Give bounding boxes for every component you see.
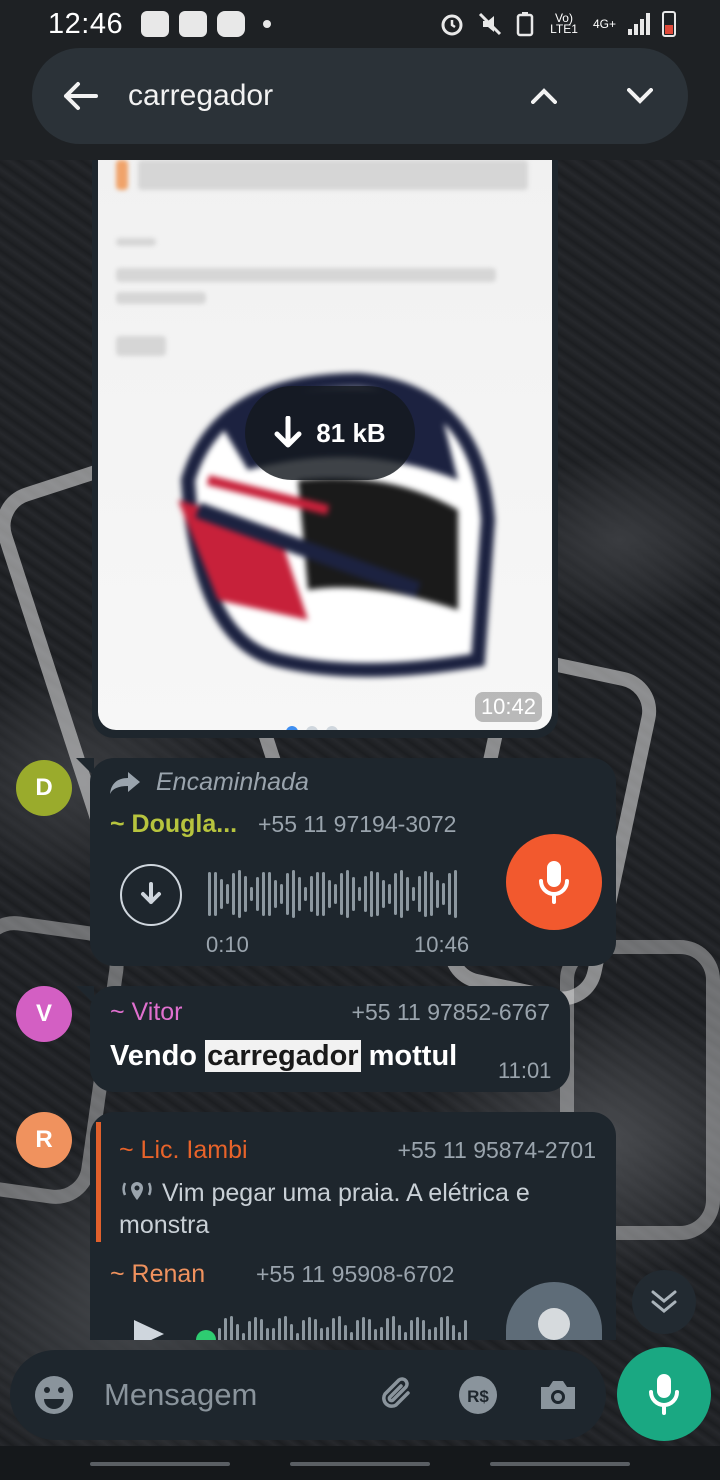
alarm-icon — [441, 14, 463, 36]
payment-button[interactable]: R$ — [446, 1363, 510, 1427]
youtube-icon — [217, 11, 246, 37]
previous-result-button[interactable] — [496, 48, 592, 144]
svg-text:R$: R$ — [467, 1387, 489, 1406]
scroll-to-bottom-button[interactable] — [632, 1270, 696, 1334]
unread-dot — [196, 1330, 216, 1340]
text-message[interactable]: ~ Vitor +55 11 97852-6767 Vendo carregad… — [76, 986, 570, 1092]
status-bar: 12:46 Vo) LTE1 4G+ — [0, 0, 720, 48]
system-navigation-bar — [0, 1446, 720, 1480]
quoted-message[interactable]: ~ Lic. Iambi +55 11 95874-2701 Vim pegar… — [96, 1122, 596, 1242]
sender-phone: +55 11 97852-6767 — [351, 999, 550, 1025]
message-input[interactable]: Mensagem — [104, 1377, 366, 1413]
photo-time: 10:42 — [474, 692, 542, 722]
search-input[interactable]: carregador — [128, 79, 496, 113]
camera-icon — [541, 1381, 575, 1409]
voice-download-button[interactable] — [120, 864, 182, 926]
mute-icon — [478, 12, 502, 36]
avatar[interactable]: V — [16, 986, 72, 1042]
search-header: carregador — [0, 48, 720, 160]
voice-duration: 0:10 — [206, 932, 249, 957]
chevron-down-icon — [627, 88, 653, 104]
search-highlight: carregador — [205, 1040, 361, 1072]
sender-phone: +55 11 97194-3072 — [258, 811, 457, 837]
quote-phone: +55 11 95874-2701 — [397, 1137, 596, 1163]
nav-home-gesture[interactable] — [290, 1462, 430, 1466]
page-indicator — [286, 726, 338, 730]
chevron-up-icon — [531, 88, 557, 104]
next-result-button[interactable] — [592, 48, 688, 144]
network-type: 4G+ — [592, 16, 616, 31]
attach-button[interactable] — [366, 1363, 430, 1427]
sender-name[interactable]: ~ Dougla... — [110, 810, 258, 839]
download-arrow-icon — [274, 416, 302, 448]
camera-button[interactable] — [526, 1363, 590, 1427]
live-location-icon — [122, 1182, 152, 1200]
helmet-photo[interactable]: 81 kB 10:42 — [98, 160, 552, 730]
sender-phone: +55 11 95908-6702 — [256, 1261, 455, 1287]
arrow-left-icon — [64, 82, 98, 110]
twitch-icon — [179, 11, 208, 37]
message-time: 10:46 — [414, 932, 470, 957]
play-icon — [134, 1320, 164, 1340]
microphone-icon — [539, 861, 569, 904]
download-arrow-icon — [141, 882, 161, 904]
currency-real-icon: R$ — [459, 1376, 497, 1414]
back-button[interactable] — [32, 48, 128, 144]
status-time: 12:46 — [48, 7, 124, 40]
sender-name[interactable]: ~ Renan — [110, 1260, 256, 1289]
notification-dot-icon — [263, 20, 272, 28]
microphone-icon — [649, 1374, 679, 1415]
voice-waveform[interactable] — [218, 1314, 467, 1340]
forward-arrow-icon — [110, 771, 140, 794]
record-handle-icon — [538, 1308, 570, 1340]
avatar[interactable]: D — [16, 760, 72, 816]
emoji-button[interactable] — [22, 1363, 86, 1427]
download-button[interactable]: 81 kB — [245, 386, 415, 480]
photo-message[interactable]: 81 kB 10:42 — [92, 160, 558, 738]
avatar[interactable]: R — [16, 1112, 72, 1168]
sender-name[interactable]: ~ Vitor — [110, 998, 183, 1027]
twitch-icon — [141, 11, 170, 37]
record-audio-button[interactable] — [617, 1347, 711, 1441]
voice-waveform[interactable] — [208, 868, 457, 920]
paperclip-icon — [382, 1377, 410, 1408]
battery-saver-icon — [516, 12, 534, 37]
download-size: 81 kB — [316, 417, 386, 448]
voice-record-button[interactable] — [506, 834, 602, 930]
double-chevron-down-icon — [651, 1290, 677, 1313]
forwarded-label: Encaminhada — [108, 768, 309, 797]
battery-icon — [662, 11, 676, 37]
nav-recents-gesture[interactable] — [490, 1462, 630, 1466]
emoji-icon — [35, 1376, 73, 1414]
signal-icon — [628, 13, 650, 35]
message-text: Vendo carregador mottul — [110, 1040, 458, 1072]
quote-sender-name: ~ Lic. Iambi — [119, 1136, 248, 1164]
search-bar: carregador — [32, 48, 688, 144]
quote-text: Vim pegar uma praia. A elétrica e monstr… — [119, 1179, 530, 1239]
message-composer: Mensagem R$ — [10, 1350, 606, 1440]
network-label: Vo) LTE1 — [550, 11, 578, 36]
nav-back-gesture[interactable] — [90, 1462, 230, 1466]
message-time: 11:01 — [498, 1058, 552, 1083]
